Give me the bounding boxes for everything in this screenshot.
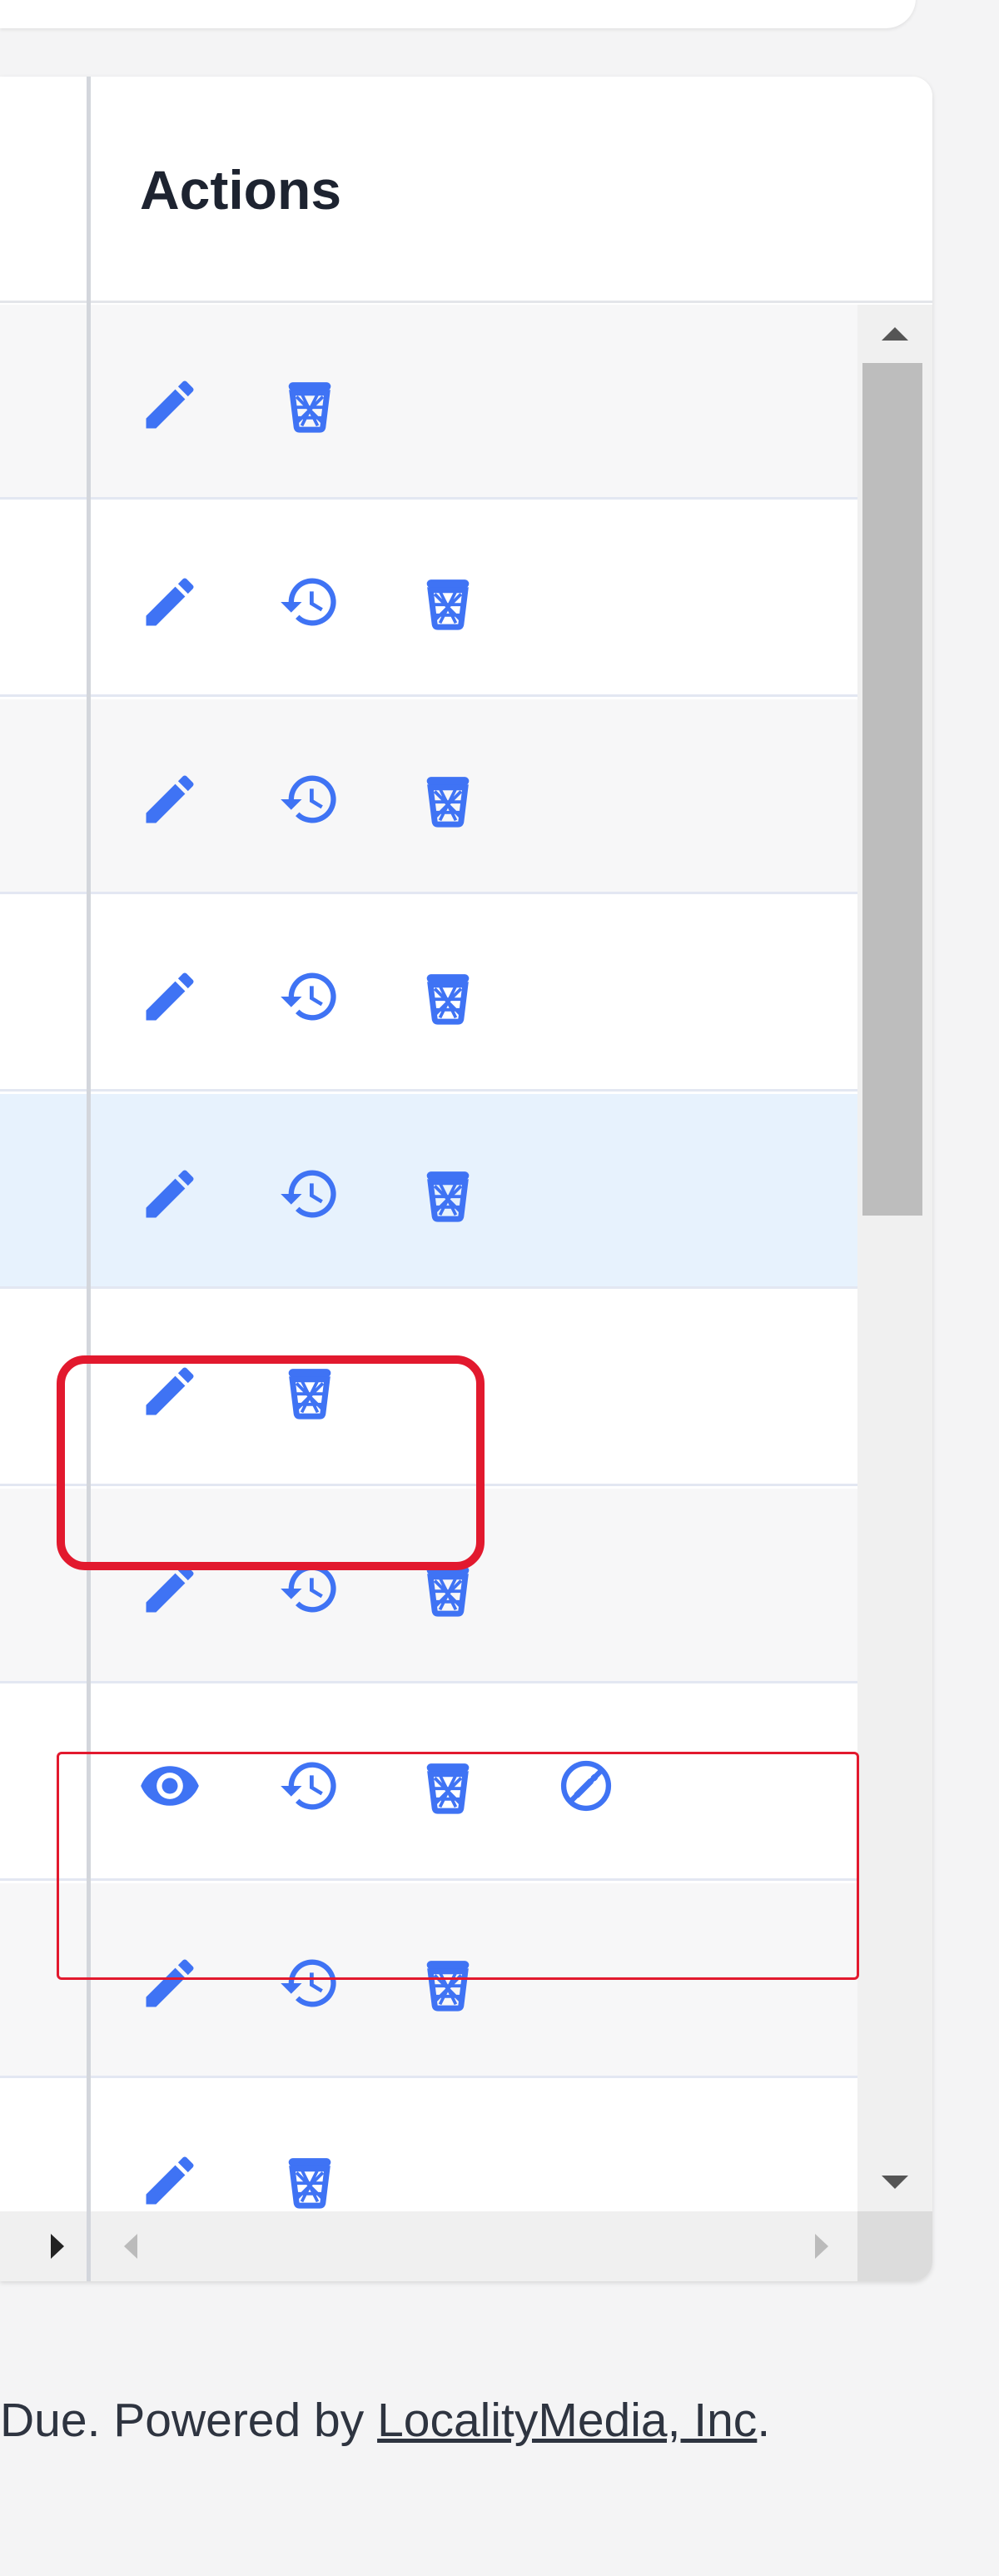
arrow-left-icon [124,2234,137,2259]
trash-icon[interactable] [416,768,480,831]
history-icon[interactable] [278,1162,341,1226]
history-icon[interactable] [278,768,341,831]
edit-off-icon[interactable] [554,1754,618,1818]
footer-period: . [757,2394,771,2447]
data-grid: Actions [0,77,932,2281]
pencil-icon[interactable] [138,1360,201,1423]
actions-column-header[interactable]: Actions [140,158,341,221]
scroll-right-button[interactable] [793,2211,851,2281]
pinned-cell[interactable] [0,502,87,694]
table-row[interactable] [0,502,857,697]
arrow-up-icon [882,327,908,341]
trash-icon[interactable] [416,570,480,634]
table-row[interactable] [0,897,857,1092]
table-row[interactable] [0,1883,857,2078]
pinned-cell[interactable] [0,699,87,892]
eye-icon[interactable] [138,1754,201,1818]
trash-icon[interactable] [416,1952,480,2015]
pinned-cell[interactable] [0,1291,87,1484]
pinned-cell[interactable] [0,1489,87,1681]
pinned-cell[interactable] [0,1094,87,1286]
history-icon[interactable] [278,1557,341,1620]
vertical-scroll-thumb[interactable] [862,363,922,1216]
vertical-scrollbar[interactable] [857,305,932,2211]
pinned-cell[interactable] [0,2081,87,2211]
grid-header: Actions [0,77,932,303]
table-row[interactable] [0,1489,857,1683]
footer-company-link[interactable]: LocalityMedia, Inc [377,2394,757,2447]
arrow-down-icon [882,2176,908,2189]
pencil-icon[interactable] [138,2149,201,2211]
history-icon[interactable] [278,570,341,634]
trash-icon[interactable] [278,373,341,436]
pinned-cell[interactable] [0,1686,87,1878]
footer-text: Due. Powered by [0,2394,378,2447]
scroll-down-button[interactable] [857,2153,932,2211]
horizontal-scrollbar[interactable] [0,2211,857,2281]
pinned-cell[interactable] [0,897,87,1089]
table-row[interactable] [0,699,857,894]
pinned-cell[interactable] [0,305,87,497]
trash-icon[interactable] [416,965,480,1028]
scroll-left-button[interactable] [102,2211,160,2281]
pencil-icon[interactable] [138,1162,201,1226]
arrow-right-icon [815,2234,828,2259]
trash-icon[interactable] [416,1754,480,1818]
table-row[interactable] [0,1291,857,1486]
pencil-icon[interactable] [138,1952,201,2015]
history-icon[interactable] [278,1952,341,2015]
top-panel [0,0,916,28]
table-row[interactable] [0,1094,857,1289]
trash-icon[interactable] [416,1557,480,1620]
pinned-pane-scrollbar[interactable] [0,2211,87,2281]
trash-icon[interactable] [416,1162,480,1226]
table-row[interactable] [0,305,857,500]
pinned-cell[interactable] [0,1883,87,2076]
history-icon[interactable] [278,1754,341,1818]
pinned-scroll-right-button[interactable] [28,2211,87,2281]
pencil-icon[interactable] [138,373,201,436]
scroll-up-button[interactable] [857,305,932,363]
grid-body [0,305,857,2211]
trash-icon[interactable] [278,1360,341,1423]
table-row[interactable] [0,1686,857,1881]
history-icon[interactable] [278,965,341,1028]
pinned-column-divider[interactable] [87,77,91,2281]
trash-icon[interactable] [278,2149,341,2211]
arrow-right-icon [51,2234,64,2259]
table-row[interactable] [0,2081,857,2211]
pencil-icon[interactable] [138,570,201,634]
scrollbar-corner [857,2211,932,2281]
pencil-icon[interactable] [138,1557,201,1620]
footer: Due. Powered by LocalityMedia, Inc. [0,2393,999,2448]
pencil-icon[interactable] [138,768,201,831]
pencil-icon[interactable] [138,965,201,1028]
